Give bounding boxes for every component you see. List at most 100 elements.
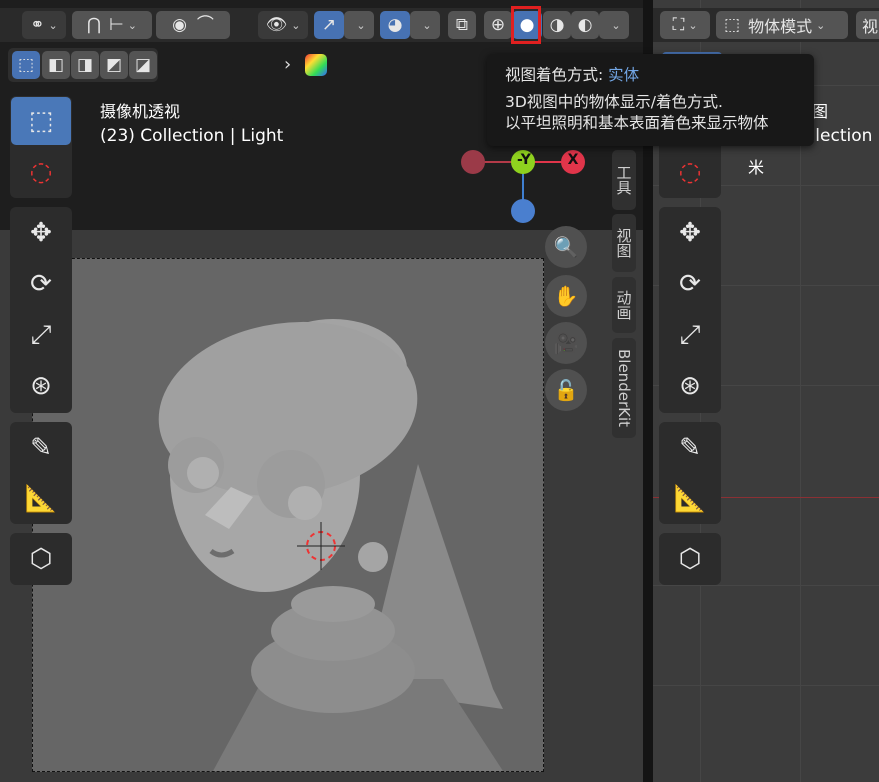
overlay-toggle[interactable]: ◕ [380,11,410,39]
add-cube-icon: ⬡ [678,544,702,574]
chevron-down-icon: ⌄ [48,18,58,32]
toolbar-group-select: ⬚ ◌ [10,96,72,198]
move-tool[interactable]: ✥ [11,209,71,257]
right-scale-tool[interactable]: ⤢ [660,311,720,359]
select-new-button[interactable]: ⬚ [12,51,40,79]
select-invert-button[interactable]: ◩ [100,51,128,79]
ruler-icon: 📐 [673,484,707,514]
view-name: 摄像机透视 [100,102,181,121]
annotate-tool[interactable]: ✎ [11,424,71,472]
right-cursor-tool[interactable]: ◌ [660,148,720,196]
xray-icon: ⧉ [455,14,469,35]
view-options-button[interactable]: ⛶ ⌄ [660,11,710,39]
scale-icon: ⤢ [679,319,701,350]
right-measure-tool[interactable]: 📐 [660,475,720,523]
select-extend-button[interactable]: ◧ [42,51,70,79]
lock-icon: 🔓 [553,378,579,402]
link-icon: ⚭ [30,14,45,35]
pencil-icon: ✎ [30,433,52,463]
rendered-shading-icon: ◐ [577,14,593,35]
right-toolbar-group-annotate: ✎ 📐 [659,422,721,524]
rotate-tool[interactable]: ⟳ [11,260,71,308]
gizmo-toggle[interactable]: ↗ [314,11,344,39]
blenderkit-logo-icon[interactable] [305,54,327,76]
zoom-button[interactable]: 🔍 [545,226,587,268]
add-cube-tool[interactable]: ⬡ [11,535,71,583]
shading-tooltip: 视图着色方式: 实体 3D视图中的物体显示/着色方式. 以平坦照明和基本表面着色… [487,54,814,146]
toolbar-group-add: ⬡ [10,533,72,585]
mode-selector[interactable]: ⬚ 物体模式 ⌄ [716,11,848,39]
select-extend-icon: ◧ [47,54,65,75]
toolbar-group-transform: ✥ ⟳ ⤢ ⊛ [10,207,72,413]
material-shading-button[interactable]: ◑ [543,11,571,39]
camera-frame [32,258,544,772]
select-invert-icon: ◩ [105,54,123,75]
wireframe-shading-button[interactable]: ⊕ [484,11,512,39]
unit-label: 米 [748,158,765,177]
chevron-down-icon: ⌄ [291,18,301,32]
3d-cursor-icon: ◌ [29,157,53,187]
move-icon: ✥ [30,218,52,248]
xray-toggle[interactable]: ⧉ [448,11,476,39]
tab-tool[interactable]: 工具 [612,150,636,210]
camera-view-button[interactable]: 🎥 [545,322,587,364]
tab-view[interactable]: 视图 [612,214,636,272]
select-intersect-button[interactable]: ◪ [129,51,157,79]
neg-x-axis-handle [461,150,485,174]
zoom-icon: 🔍 [553,235,579,259]
snap-link-button[interactable]: ⚭ ⌄ [22,11,66,39]
select-box-tool[interactable]: ⬚ [11,97,71,145]
magnet-icon: ⋂ [87,14,101,35]
cursor-select-icon: ⬚ [28,106,54,136]
tooltip-line-1: 3D视图中的物体显示/着色方式. [505,93,723,111]
proportional-edit-button[interactable]: ◉ ⌒ [156,11,230,39]
select-subtract-button[interactable]: ◨ [71,51,99,79]
cursor-tool[interactable]: ◌ [11,148,71,196]
tab-animation[interactable]: 动画 [612,277,636,333]
object-mode-icon: ⬚ [724,14,741,35]
eye-icon: 👁 [265,14,288,35]
camera-icon: 🎥 [553,331,579,355]
chevron-down-icon: ⌄ [816,18,826,32]
character-model [158,319,503,771]
view-menu-button[interactable]: 视 [856,11,879,39]
tooltip-title-value: 实体 [608,66,640,84]
right-annotate-tool[interactable]: ✎ [660,424,720,472]
select-subtract-icon: ◨ [76,54,94,75]
chevron-down-icon: ⌄ [422,18,432,32]
chevron-down-icon: ⌄ [356,18,366,32]
scale-icon: ⤢ [30,319,52,350]
snap-increment-icon: ⊢ [108,14,124,35]
overlay-dropdown[interactable]: ⌄ [410,11,440,39]
transform-tool[interactable]: ⊛ [11,362,71,410]
transform-icon: ⊛ [679,371,701,401]
right-rotate-tool[interactable]: ⟳ [660,260,720,308]
gizmo-icon: ↗ [321,14,337,35]
overlay-icon: ◕ [387,14,403,35]
scale-tool[interactable]: ⤢ [11,311,71,359]
chevron-down-icon: ⌄ [611,18,621,32]
falloff-icon: ⌒ [196,14,214,35]
measure-tool[interactable]: 📐 [11,475,71,523]
chevron-down-icon: ⌄ [688,18,698,32]
right-move-tool[interactable]: ✥ [660,209,720,257]
snapping-button[interactable]: ⋂ ⊢ ⌄ [72,11,152,39]
select-intersect-icon: ◪ [134,54,152,75]
z-axis-handle [511,199,535,223]
object-origin-icon: ⛶ [672,14,685,35]
shading-dropdown[interactable]: ⌄ [599,11,629,39]
right-toolbar-group-add: ⬡ [659,533,721,585]
proportional-edit-icon: ◉ [172,14,187,35]
rendered-shading-button[interactable]: ◐ [571,11,599,39]
tab-blenderkit[interactable]: BlenderKit [612,338,636,438]
right-transform-tool[interactable]: ⊛ [660,362,720,410]
right-add-cube-tool[interactable]: ⬡ [660,535,720,583]
chevron-down-icon: ⌄ [127,18,137,32]
lock-camera-button[interactable]: 🔓 [545,369,587,411]
add-cube-icon: ⬡ [29,544,53,574]
expand-arrow-icon[interactable]: › [284,54,291,75]
gizmo-dropdown[interactable]: ⌄ [344,11,374,39]
pan-button[interactable]: ✋ [545,275,587,317]
ruler-icon: 📐 [24,484,58,514]
visibility-button[interactable]: 👁 ⌄ [258,11,308,39]
